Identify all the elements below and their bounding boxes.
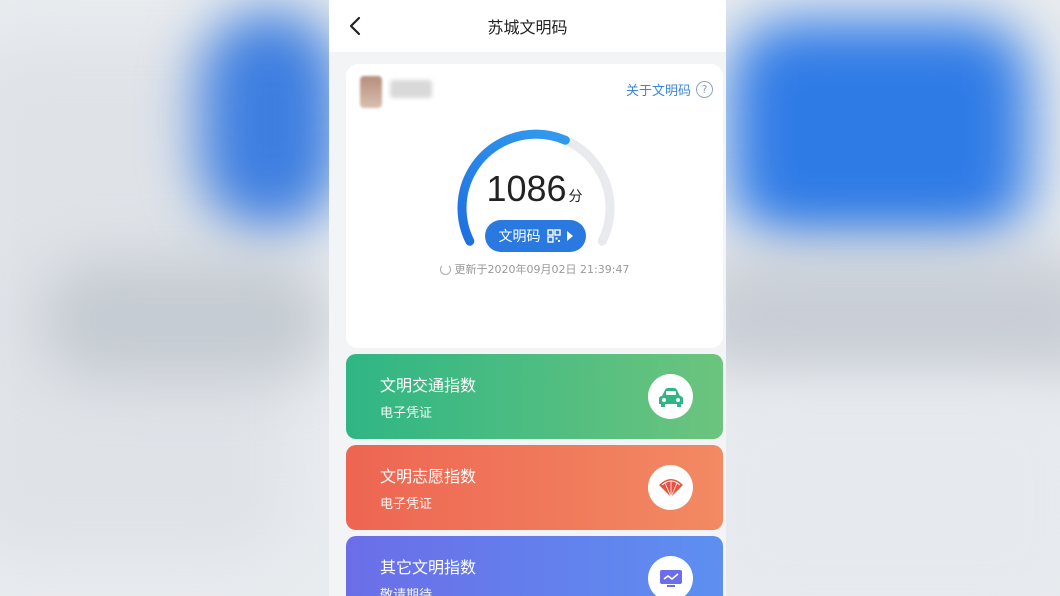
blur-blob [700,390,1060,596]
blur-blob [690,250,1060,380]
navigation-bar: 苏城文明码 [329,0,726,52]
blur-blob [730,20,1030,240]
arrow-right-icon [566,231,573,241]
code-button-label: 文明码 [498,229,541,245]
traffic-index-card[interactable]: 文明交通指数 电子凭证 [346,354,723,439]
phone-screen: 苏城文明码 关于文明码 ? 1086 分 文明码 更新于2020年09月02日 … [329,0,726,596]
update-time: 更新于2020年09月02日 21:39:47 [454,263,630,276]
index-subtitle: 电子凭证 [380,406,433,421]
page-title: 苏城文明码 [487,18,568,37]
update-status: 更新于2020年09月02日 21:39:47 [346,261,723,277]
car-icon [648,374,693,419]
index-subtitle: 敬请期待 [380,588,433,596]
score-card: 关于文明码 ? 1086 分 文明码 更新于2020年09月02日 21:39:… [346,64,723,348]
score-value: 1086 [486,168,567,209]
about-label: 关于文明码 [625,84,691,99]
username-blurred [390,80,432,98]
blur-blob [200,10,340,230]
back-arrow-icon[interactable] [345,14,367,38]
avatar [360,76,382,108]
monitor-icon [648,556,693,596]
score-unit: 分 [568,189,583,205]
blur-blob [40,260,330,380]
other-index-card[interactable]: 其它文明指数 敬请期待 [346,536,723,596]
volunteer-index-card[interactable]: 文明志愿指数 电子凭证 [346,445,723,530]
index-title: 文明交通指数 [380,376,477,395]
index-subtitle: 电子凭证 [380,497,433,512]
refresh-icon[interactable] [439,263,451,275]
index-title: 文明志愿指数 [380,467,477,486]
about-link[interactable]: 关于文明码 ? [626,80,713,99]
civility-code-button[interactable]: 文明码 [485,220,586,252]
score-display: 1086 分 [346,168,723,210]
qr-code-icon [546,229,561,243]
help-icon: ? [696,81,713,98]
fan-icon [648,465,693,510]
index-title: 其它文明指数 [380,558,477,577]
